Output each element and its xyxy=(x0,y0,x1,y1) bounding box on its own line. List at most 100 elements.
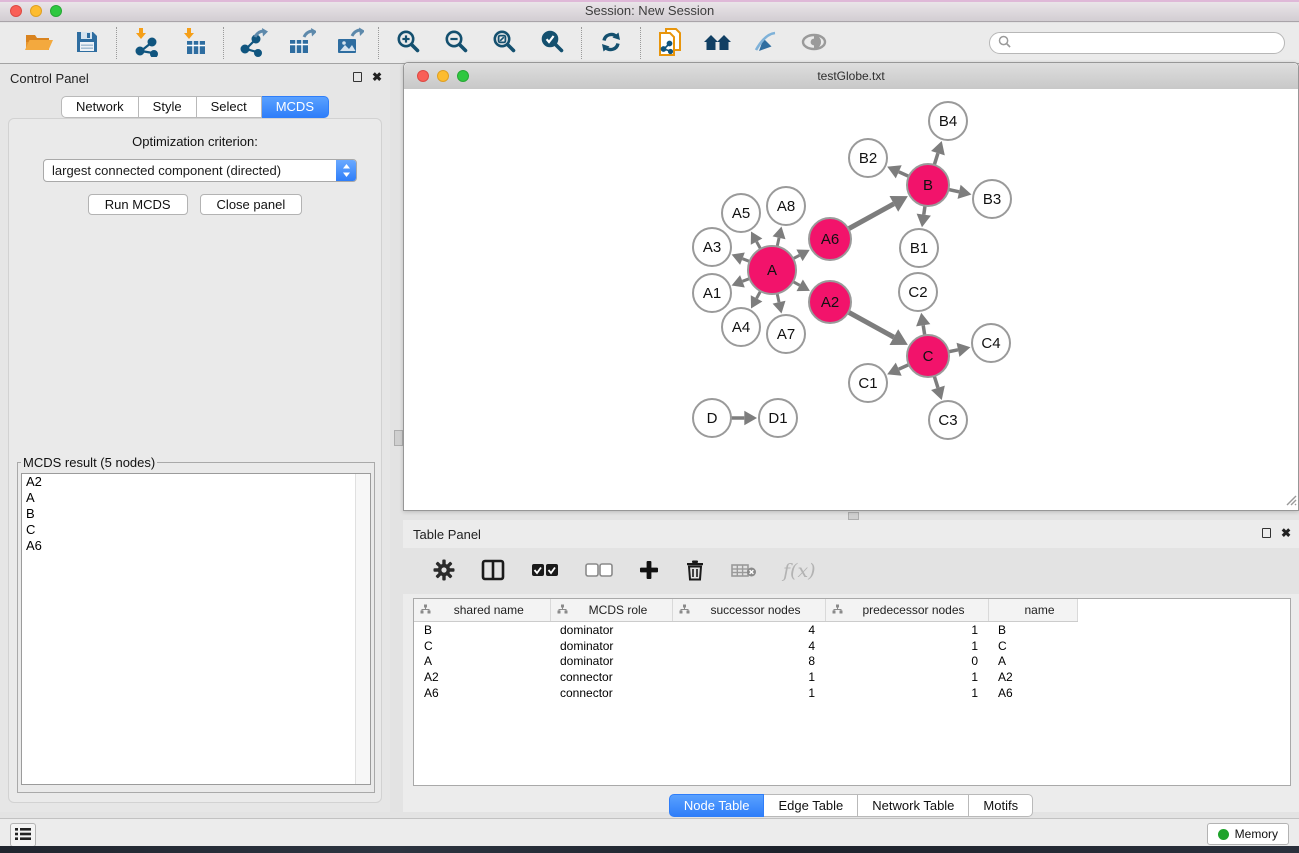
result-item[interactable]: C xyxy=(22,522,370,538)
tab-network-table[interactable]: Network Table xyxy=(858,794,969,817)
export-network-icon xyxy=(238,27,268,60)
houses-icon xyxy=(703,30,733,57)
column-header-name[interactable]: name xyxy=(988,599,1077,622)
table-cell[interactable]: 1 xyxy=(825,622,988,638)
network-canvas[interactable]: B4B2BB3B1A5A8A6A3AA1A2C2A4A7C4CC1C3DD1 xyxy=(404,89,1298,510)
zoom-fit-button[interactable] xyxy=(488,27,520,59)
float-panel-icon[interactable] xyxy=(353,72,362,82)
table-cell[interactable]: 0 xyxy=(825,654,988,670)
tab-motifs[interactable]: Motifs xyxy=(969,794,1033,817)
table-cell[interactable]: 1 xyxy=(825,638,988,654)
memory-button[interactable]: Memory xyxy=(1207,823,1289,845)
tab-select[interactable]: Select xyxy=(197,96,262,118)
close-table-panel-icon[interactable]: ✖ xyxy=(1281,527,1291,539)
show-hide-button[interactable] xyxy=(798,27,830,59)
table-panel-title: Table Panel xyxy=(413,527,481,542)
table-cell[interactable]: A xyxy=(414,654,550,670)
table-cell[interactable]: A6 xyxy=(988,685,1077,701)
run-mcds-button[interactable]: Run MCDS xyxy=(88,194,188,215)
node-label-D1: D1 xyxy=(768,410,787,427)
table-cell[interactable]: C xyxy=(414,638,550,654)
tab-node-table[interactable]: Node Table xyxy=(669,794,765,817)
result-scrollbar[interactable] xyxy=(355,474,370,784)
zoom-in-button[interactable] xyxy=(392,27,424,59)
optimization-criterion-dropdown[interactable]: largest connected component (directed) xyxy=(43,159,357,182)
tab-network[interactable]: Network xyxy=(61,96,139,118)
table-cell[interactable]: dominator xyxy=(550,622,672,638)
table-cell[interactable]: dominator xyxy=(550,638,672,654)
float-table-panel-icon[interactable] xyxy=(1262,528,1271,538)
network-title: testGlobe.txt xyxy=(404,69,1298,83)
result-item[interactable]: A2 xyxy=(22,474,370,490)
table-cell[interactable]: 4 xyxy=(672,638,825,654)
table-cell[interactable]: dominator xyxy=(550,654,672,670)
table-cell[interactable]: A xyxy=(988,654,1077,670)
result-item[interactable]: A6 xyxy=(22,538,370,554)
task-history-button[interactable] xyxy=(10,823,36,847)
column-header-mcds-role[interactable]: MCDS role xyxy=(550,599,672,622)
table-cell[interactable]: 8 xyxy=(672,654,825,670)
column-header-predecessor-nodes[interactable]: predecessor nodes xyxy=(825,599,988,622)
search-field[interactable] xyxy=(989,32,1285,54)
select-all-columns-icon[interactable] xyxy=(531,563,559,580)
save-session-button[interactable] xyxy=(71,27,103,59)
close-panel-icon[interactable]: ✖ xyxy=(372,71,382,83)
deselect-all-columns-icon[interactable] xyxy=(585,563,613,580)
home-networks-button[interactable] xyxy=(702,27,734,59)
table-cell[interactable]: 1 xyxy=(825,685,988,701)
table-cell[interactable]: B xyxy=(414,622,550,638)
import-table-button[interactable] xyxy=(178,27,210,59)
table-cell[interactable]: 1 xyxy=(672,669,825,685)
vertical-splitter-handle[interactable] xyxy=(394,430,403,446)
table-cell[interactable]: A6 xyxy=(414,685,550,701)
tab-style[interactable]: Style xyxy=(139,96,197,118)
arrowhead-icon xyxy=(916,313,930,327)
zoom-out-button[interactable] xyxy=(440,27,472,59)
open-session-button[interactable] xyxy=(23,27,55,59)
table-row[interactable]: Bdominator41B xyxy=(414,622,1077,638)
table-cell[interactable]: connector xyxy=(550,669,672,685)
table-row[interactable]: A2connector11A2 xyxy=(414,669,1077,685)
network-canvas-svg[interactable]: B4B2BB3B1A5A8A6A3AA1A2C2A4A7C4CC1C3DD1 xyxy=(404,89,1298,510)
tab-edge-table[interactable]: Edge Table xyxy=(764,794,858,817)
table-settings-gear-icon[interactable] xyxy=(433,559,455,584)
result-item[interactable]: A xyxy=(22,490,370,506)
result-item[interactable]: B xyxy=(22,506,370,522)
table-cell[interactable]: C xyxy=(988,638,1077,654)
table-cell[interactable]: B xyxy=(988,622,1077,638)
table-row[interactable]: A6connector11A6 xyxy=(414,685,1077,701)
table-cell[interactable]: connector xyxy=(550,685,672,701)
column-header-successor-nodes[interactable]: successor nodes xyxy=(672,599,825,622)
clone-network-button[interactable] xyxy=(654,27,686,59)
table-row[interactable]: Cdominator41C xyxy=(414,638,1077,654)
hide-annotations-button[interactable] xyxy=(750,27,782,59)
table-cell[interactable]: A2 xyxy=(988,669,1077,685)
refresh-view-button[interactable] xyxy=(595,27,627,59)
node-label-B1: B1 xyxy=(910,240,928,257)
show-columns-icon[interactable] xyxy=(481,559,505,584)
resize-grip-icon[interactable] xyxy=(1285,494,1297,509)
table-cell[interactable]: A2 xyxy=(414,669,550,685)
search-input[interactable] xyxy=(1016,35,1276,51)
node-label-A5: A5 xyxy=(732,205,750,222)
export-image-button[interactable] xyxy=(333,27,365,59)
add-column-plus-icon[interactable] xyxy=(639,560,659,583)
network-window-titlebar[interactable]: testGlobe.txt xyxy=(404,63,1298,90)
export-table-button[interactable] xyxy=(285,27,317,59)
import-network-button[interactable] xyxy=(130,27,162,59)
export-network-button[interactable] xyxy=(237,27,269,59)
import-network-icon xyxy=(131,27,161,60)
tab-mcds[interactable]: MCDS xyxy=(262,96,329,118)
zoom-selected-button[interactable] xyxy=(536,27,568,59)
table-row[interactable]: Adominator80A xyxy=(414,654,1077,670)
mcds-result-title: MCDS result (5 nodes) xyxy=(21,455,157,470)
table-cell[interactable]: 1 xyxy=(672,685,825,701)
delete-column-trash-icon[interactable] xyxy=(685,559,705,584)
node-label-C2: C2 xyxy=(908,284,927,301)
close-panel-button[interactable]: Close panel xyxy=(200,194,303,215)
table-cell[interactable]: 4 xyxy=(672,622,825,638)
table-cell[interactable]: 1 xyxy=(825,669,988,685)
column-header-shared-name[interactable]: shared name xyxy=(414,599,550,622)
horizontal-splitter-handle[interactable] xyxy=(848,512,859,520)
mcds-result-list[interactable]: A2ABCA6 xyxy=(21,473,371,785)
